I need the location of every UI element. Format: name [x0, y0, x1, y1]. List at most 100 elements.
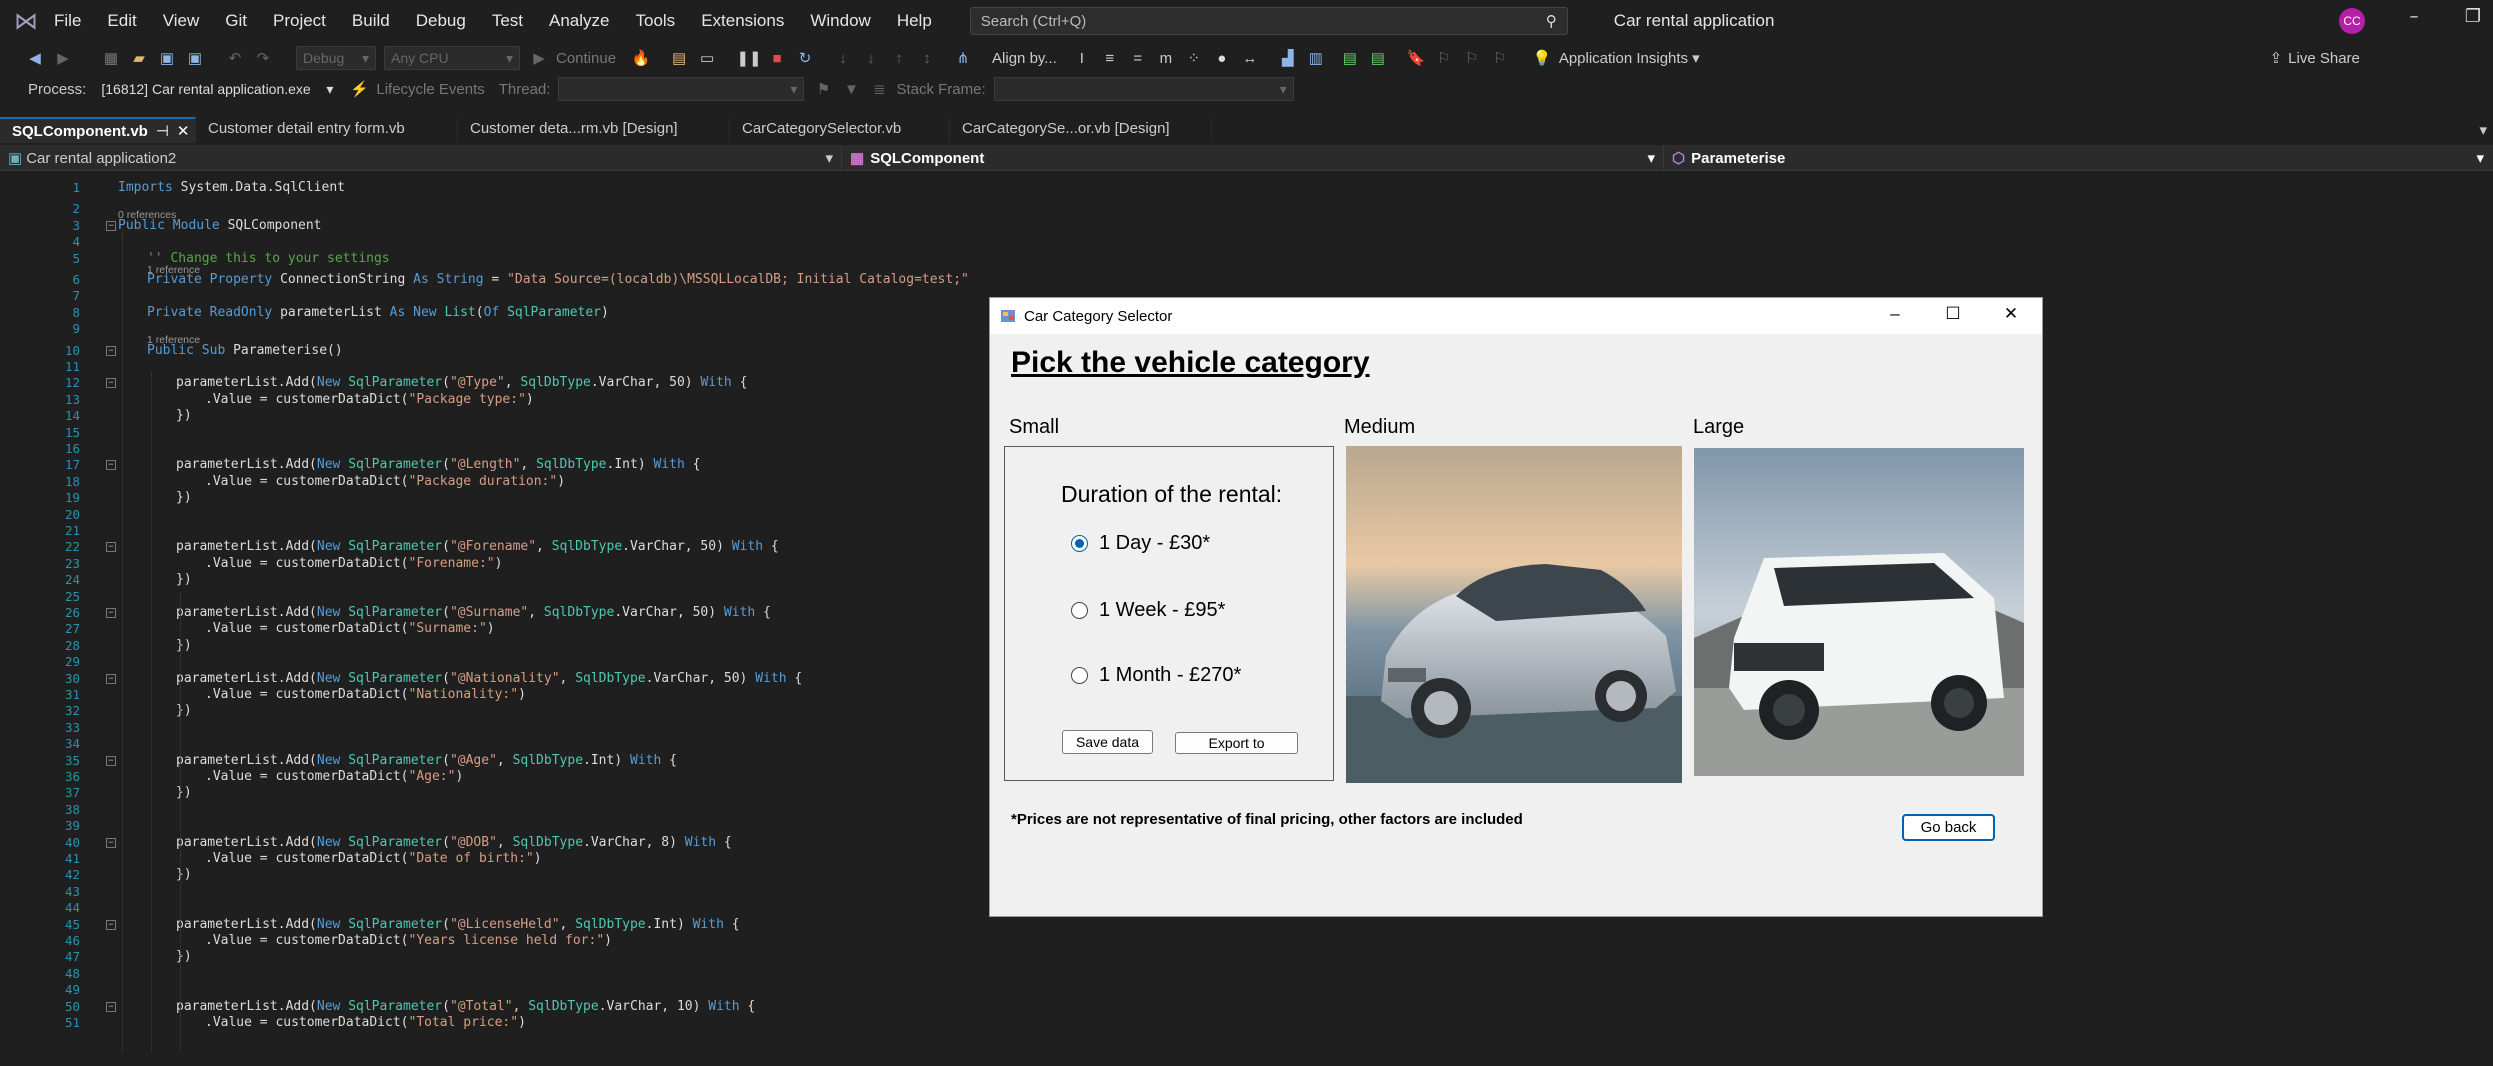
- save-data-button[interactable]: Save data: [1062, 730, 1153, 754]
- code-line[interactable]: 3− Public Module SQLComponent: [0, 218, 2493, 234]
- flag-icon[interactable]: ⚑: [812, 78, 834, 100]
- lifecycle-events-button[interactable]: Lifecycle Events: [376, 81, 484, 98]
- back-icon[interactable]: ◀: [24, 47, 46, 69]
- text-cursor-icon[interactable]: I: [1071, 47, 1093, 69]
- hierarchy-icon[interactable]: ⋔: [952, 47, 974, 69]
- project-dropdown[interactable]: ▣ Car rental application2 ▾: [0, 145, 842, 170]
- menu-analyze[interactable]: Analyze: [549, 11, 609, 31]
- tab-overflow-icon[interactable]: ▾: [2479, 121, 2487, 139]
- radio-button[interactable]: [1071, 602, 1088, 619]
- close-icon[interactable]: ✕: [1996, 304, 2026, 324]
- maximize-icon[interactable]: ☐: [1938, 304, 1968, 324]
- forward-icon[interactable]: ▶: [52, 47, 74, 69]
- collapse-icon[interactable]: −: [106, 378, 116, 389]
- step-over-icon[interactable]: ↓: [832, 47, 854, 69]
- make-same-size-icon[interactable]: m: [1155, 47, 1177, 69]
- play-icon[interactable]: ▶: [528, 47, 550, 69]
- send-back-icon[interactable]: ▤: [1367, 47, 1389, 69]
- bookmark-icon[interactable]: 🔖: [1405, 47, 1427, 69]
- minimize-icon[interactable]: –: [2399, 6, 2429, 27]
- window-titlebar[interactable]: Car Category Selector – ☐ ✕: [990, 298, 2042, 334]
- code-line[interactable]: 5 '' Change this to your settings: [0, 251, 2493, 267]
- process-dropdown[interactable]: [16812] Car rental application.exe ▾: [94, 77, 341, 101]
- member-dropdown[interactable]: ⬡ Parameterise ▾: [1664, 146, 2492, 170]
- circle-icon[interactable]: ●: [1211, 47, 1233, 69]
- code-line[interactable]: 4: [0, 234, 2493, 250]
- visual-studio-logo-icon[interactable]: ⋈: [12, 7, 40, 35]
- bring-front-icon[interactable]: ▤: [1339, 47, 1361, 69]
- show-threads-icon[interactable]: ≣: [868, 78, 890, 100]
- restore-icon[interactable]: ❐: [2458, 6, 2488, 27]
- radio-option-month[interactable]: 1 Month - £270*: [1071, 664, 1241, 687]
- restart-icon[interactable]: ↻: [794, 47, 816, 69]
- go-back-button[interactable]: Go back: [1902, 814, 1995, 841]
- tab-customer-design[interactable]: Customer deta...rm.vb [Design]: [458, 117, 730, 143]
- application-insights-button[interactable]: Application Insights: [1559, 50, 1688, 67]
- align-rows-icon[interactable]: =: [1127, 47, 1149, 69]
- undo-icon[interactable]: ↶: [224, 47, 246, 69]
- window-layout-icon[interactable]: ▭: [696, 47, 718, 69]
- run-to-cursor-icon[interactable]: ↕: [916, 47, 938, 69]
- collapse-icon[interactable]: −: [106, 837, 116, 848]
- collapse-icon[interactable]: −: [106, 755, 116, 766]
- platform-dropdown[interactable]: Any CPU ▾: [384, 46, 520, 70]
- live-share-icon[interactable]: ⇪: [2270, 49, 2283, 67]
- step-out-icon[interactable]: ↑: [888, 47, 910, 69]
- collapse-icon[interactable]: −: [106, 220, 116, 231]
- medium-car-image[interactable]: [1346, 446, 1682, 783]
- collapse-icon[interactable]: −: [106, 1001, 116, 1012]
- tab-order-icon[interactable]: ▥: [1305, 47, 1327, 69]
- save-all-icon[interactable]: ▣: [184, 47, 206, 69]
- live-share-button[interactable]: Live Share: [2288, 50, 2360, 67]
- step-into-icon[interactable]: ↓: [860, 47, 882, 69]
- export-button[interactable]: Export to: [1175, 732, 1298, 754]
- code-line[interactable]: 51 .Value = customerDataDict("Total price…: [0, 1015, 2493, 1031]
- open-icon[interactable]: ▰: [128, 47, 150, 69]
- radio-button[interactable]: [1071, 667, 1088, 684]
- reference-count[interactable]: 0 references: [118, 209, 176, 221]
- collapse-icon[interactable]: −: [106, 542, 116, 553]
- tab-carcategory-design[interactable]: CarCategorySe...or.vb [Design]: [950, 117, 1212, 143]
- bookmark-next-icon[interactable]: ⚐: [1461, 47, 1483, 69]
- menu-extensions[interactable]: Extensions: [701, 11, 784, 31]
- new-project-icon[interactable]: ▦: [100, 47, 122, 69]
- code-line[interactable]: 47}): [0, 949, 2493, 965]
- tab-customer-detail[interactable]: Customer detail entry form.vb: [196, 117, 458, 143]
- search-input[interactable]: Search (Ctrl+Q) ⚲: [969, 7, 1568, 35]
- close-icon[interactable]: ✕: [177, 123, 190, 140]
- type-dropdown[interactable]: ▦ SQLComponent ▾: [842, 145, 1664, 170]
- code-line[interactable]: 49: [0, 982, 2493, 998]
- large-car-image[interactable]: [1694, 448, 2024, 776]
- code-line[interactable]: 50 − parameterList.Add(New SqlParameter("@…: [0, 999, 2493, 1015]
- collapse-icon[interactable]: −: [106, 345, 116, 356]
- save-icon[interactable]: ▣: [156, 47, 178, 69]
- spacing-icon[interactable]: ⁘: [1183, 47, 1205, 69]
- code-line[interactable]: 6 Private Property ConnectionString As St…: [0, 272, 2493, 288]
- menu-test[interactable]: Test: [492, 11, 523, 31]
- stop-icon[interactable]: ■: [766, 47, 788, 69]
- code-line[interactable]: 2: [0, 201, 2493, 217]
- menu-project[interactable]: Project: [273, 11, 326, 31]
- radio-option-day[interactable]: 1 Day - £30*: [1071, 532, 1210, 555]
- radio-button[interactable]: [1071, 535, 1088, 552]
- diagnostics-icon[interactable]: ▤: [668, 47, 690, 69]
- menu-debug[interactable]: Debug: [416, 11, 466, 31]
- bookmark-prev-icon[interactable]: ⚐: [1433, 47, 1455, 69]
- pause-icon[interactable]: ❚❚: [736, 47, 761, 69]
- align-center-icon[interactable]: ≡: [1099, 47, 1121, 69]
- horizontal-spacing-icon[interactable]: ↔: [1239, 47, 1261, 69]
- radio-option-week[interactable]: 1 Week - £95*: [1071, 599, 1225, 622]
- lightbulb-icon[interactable]: 💡: [1531, 47, 1553, 69]
- collapse-icon[interactable]: −: [106, 673, 116, 684]
- layout-icon[interactable]: ▟: [1277, 47, 1299, 69]
- stack-frame-dropdown[interactable]: ▾: [993, 77, 1294, 101]
- filter-icon[interactable]: ▼: [840, 78, 862, 100]
- user-avatar[interactable]: CC: [2339, 8, 2365, 34]
- tab-sqlcomponent[interactable]: SQLComponent.vb ⊣ ✕: [0, 117, 196, 143]
- code-line[interactable]: 46 .Value = customerDataDict("Years licen…: [0, 933, 2493, 949]
- hot-reload-icon[interactable]: 🔥: [630, 47, 652, 69]
- bookmark-clear-icon[interactable]: ⚐: [1489, 47, 1511, 69]
- thread-dropdown[interactable]: ▾: [558, 77, 805, 101]
- pin-icon[interactable]: ⊣: [156, 123, 169, 140]
- menu-tools[interactable]: Tools: [636, 11, 676, 31]
